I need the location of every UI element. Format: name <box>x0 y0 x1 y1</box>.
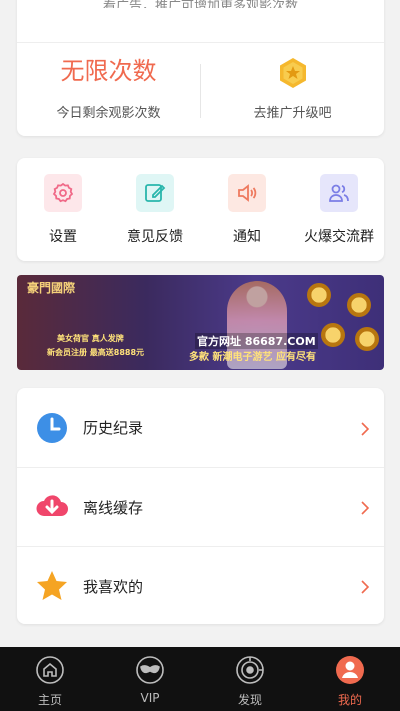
promote-upgrade-label: 去推广升级吧 <box>253 106 332 121</box>
chevron-right-icon <box>360 421 370 436</box>
remaining-views-value: 无限次数 <box>60 57 157 85</box>
notifications-label: 通知 <box>233 229 261 245</box>
profile-icon <box>335 655 365 685</box>
nav-label: 主页 <box>37 693 62 707</box>
nav-label: 发现 <box>237 693 262 707</box>
menu-list-card: 历史纪录 离线缓存 我喜欢的 <box>17 388 384 624</box>
chevron-right-icon <box>360 500 370 515</box>
nav-discover[interactable]: 发现 <box>210 655 290 708</box>
rank-badge-icon <box>276 56 310 90</box>
list-item-offline-cache[interactable]: 离线缓存 <box>17 467 384 546</box>
nav-vip[interactable]: VIP <box>110 655 190 705</box>
chevron-right-icon <box>360 579 370 594</box>
game-icon <box>355 327 379 351</box>
bottom-nav: 主页 VIP 发现 我的 <box>0 647 400 711</box>
discover-icon <box>235 655 265 685</box>
list-item-label: 历史纪录 <box>83 419 144 437</box>
banner-url: 官方网址 86687.COM <box>195 333 318 349</box>
feedback-label: 意见反馈 <box>127 229 183 245</box>
cloud-download-icon <box>35 490 69 524</box>
group-icon <box>320 174 358 212</box>
settings-button[interactable]: 设置 <box>17 174 109 246</box>
list-item-label: 我喜欢的 <box>83 577 144 596</box>
nav-profile[interactable]: 我的 <box>310 655 390 708</box>
notifications-button[interactable]: 通知 <box>201 174 293 246</box>
feedback-icon <box>136 174 174 212</box>
list-item-label: 离线缓存 <box>83 498 144 517</box>
promo-hint: 看广告，推广可增加更多观影次数 <box>102 0 298 8</box>
promote-upgrade-button[interactable]: 去推广升级吧 <box>201 52 384 121</box>
divider <box>17 42 384 43</box>
banner-text: 多款 新潮电子游艺 应有尽有 <box>189 352 316 363</box>
nav-label: 我的 <box>337 693 362 707</box>
banner-text: 新会员注册 最高送8888元 <box>47 348 145 357</box>
banner-logo: 豪門國際 <box>27 281 76 295</box>
community-group-label: 火爆交流群 <box>304 229 374 245</box>
game-icon <box>347 293 371 317</box>
nav-label: VIP <box>140 691 160 705</box>
quick-actions-card: 设置 意见反馈 通知 火爆交流群 <box>17 158 384 261</box>
star-icon <box>35 569 69 603</box>
nav-home[interactable]: 主页 <box>10 655 90 708</box>
community-group-button[interactable]: 火爆交流群 <box>293 174 385 246</box>
game-icon <box>307 283 331 307</box>
remaining-views-label: 今日剩余观影次数 <box>56 106 161 121</box>
speaker-icon <box>228 174 266 212</box>
feedback-button[interactable]: 意见反馈 <box>109 174 201 246</box>
mask-icon <box>135 655 165 685</box>
banner-text: 美女荷官 真人发牌 <box>57 334 124 343</box>
game-icon <box>321 323 345 347</box>
list-item-history[interactable]: 历史纪录 <box>17 388 384 467</box>
list-item-favorites[interactable]: 我喜欢的 <box>17 546 384 625</box>
clock-icon <box>35 411 69 445</box>
settings-label: 设置 <box>49 229 77 245</box>
ad-banner[interactable]: 豪門國際 美女荷官 真人发牌 新会员注册 最高送8888元 官方网址 86687… <box>17 275 384 370</box>
stats-card: 看广告，推广可增加更多观影次数 无限次数 今日剩余观影次数 去推广升级吧 <box>17 0 384 136</box>
remaining-views-stat: 无限次数 今日剩余观影次数 <box>17 52 200 121</box>
settings-icon <box>44 174 82 212</box>
home-icon <box>35 655 65 685</box>
